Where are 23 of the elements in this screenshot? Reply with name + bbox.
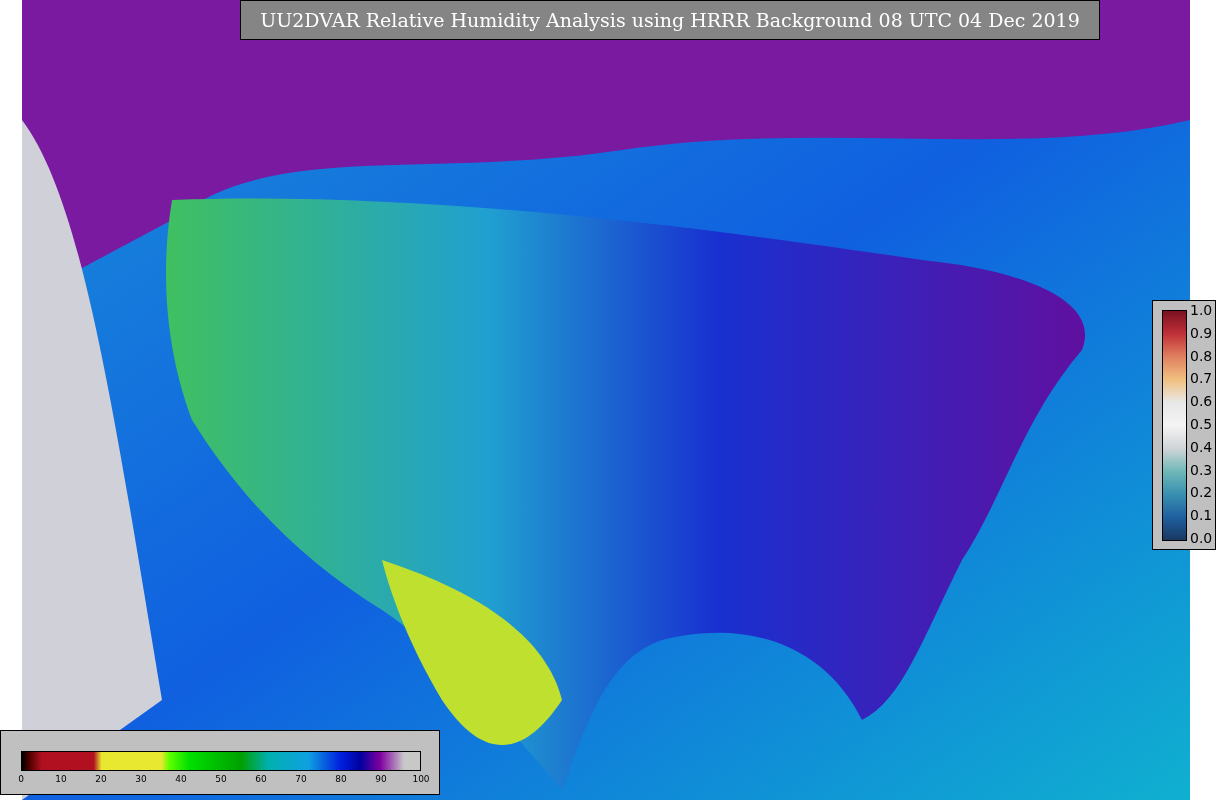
tick-label: 1.0 xyxy=(1190,303,1213,317)
tick-label: 0.9 xyxy=(1190,325,1213,340)
tick-label: 20 xyxy=(95,775,107,784)
tick-label: 0.4 xyxy=(1190,439,1213,454)
tick-label: 100 xyxy=(412,775,430,784)
tick-label: 0.5 xyxy=(1190,417,1213,431)
tick-label: 0.3 xyxy=(1190,462,1213,477)
tick-label: 0.7 xyxy=(1190,371,1213,386)
tick-label: 0.2 xyxy=(1190,485,1213,500)
tick-label: 70 xyxy=(295,775,307,784)
tick-label: 90 xyxy=(375,775,387,784)
tick-label: 80 xyxy=(335,775,347,784)
tick-label: 0 xyxy=(18,775,24,784)
tick-label: 10 xyxy=(55,775,67,784)
tick-label: 0.8 xyxy=(1190,348,1213,363)
tick-label: 0.1 xyxy=(1190,508,1213,523)
tick-label: 30 xyxy=(135,775,147,784)
tick-label: 40 xyxy=(175,775,187,784)
tick-label: 0.0 xyxy=(1190,531,1213,545)
tick-label: 0.6 xyxy=(1190,394,1213,409)
tick-label: 60 xyxy=(255,775,267,784)
map-title: UU2DVAR Relative Humidity Analysis using HRRR Background 08 UTC 04 Dec 2019 xyxy=(240,0,1100,40)
tick-label: 50 xyxy=(215,775,227,784)
